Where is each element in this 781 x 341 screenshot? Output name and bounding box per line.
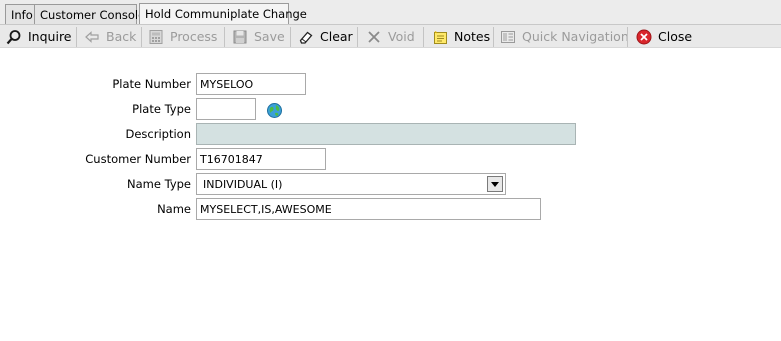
name-type-value: INDIVIDUAL (I) [203,178,283,191]
back-label: Back [106,29,137,44]
plate-number-input[interactable]: MYSELOO [196,73,306,95]
name-type-label: Name Type [127,177,191,191]
clear-label: Clear [320,29,353,44]
toolbar-divider [627,27,628,47]
notes-button[interactable]: Notes [432,25,490,48]
customer-number-label: Customer Number [85,152,191,166]
plate-type-input[interactable] [196,98,256,120]
toolbar-divider [141,27,142,47]
save-button[interactable]: Save [232,25,285,48]
tab-customer-console[interactable]: Customer Console [34,4,145,24]
eraser-icon [298,29,314,45]
back-button[interactable]: Back [84,25,136,48]
magnifier-icon [6,29,22,45]
close-button[interactable]: Close [636,25,692,48]
toolbar-divider [224,27,225,47]
x-mark-icon [366,29,382,45]
tab-strip: Info Customer Console Hold Communiplate … [0,0,781,24]
name-type-select[interactable]: INDIVIDUAL (I) [196,173,506,195]
toolbar-divider [357,27,358,47]
quick-navigation-label: Quick Navigation [522,29,629,44]
back-arrow-icon [84,29,100,45]
process-button[interactable]: Process [148,25,217,48]
inquire-button[interactable]: Inquire [6,25,72,48]
toolbar-divider [423,27,424,47]
globe-lookup-icon[interactable] [266,102,283,119]
floppy-disk-icon [232,29,248,45]
clear-button[interactable]: Clear [298,25,353,48]
chevron-down-icon[interactable] [487,176,503,192]
name-input[interactable]: MYSELECT,IS,AWESOME [196,198,541,220]
save-label: Save [254,29,285,44]
calculator-icon [148,29,164,45]
toolbar-divider [493,27,494,47]
void-label: Void [388,29,415,44]
toolbar-divider [76,27,77,47]
toolbar-divider [290,27,291,47]
close-circle-icon [636,29,652,45]
description-label: Description [125,127,192,141]
tab-info[interactable]: Info [5,4,35,24]
process-label: Process [170,29,218,44]
tab-hold-communiplate-change[interactable]: Hold Communiplate Change [139,3,307,24]
customer-number-input[interactable]: T16701847 [196,148,326,170]
plate-type-label: Plate Type [132,102,191,116]
inquire-label: Inquire [28,29,72,44]
notes-label: Notes [454,29,491,44]
close-label: Close [658,29,693,44]
quick-navigation-button[interactable]: Quick Navigation [500,25,629,48]
description-input [196,123,576,145]
sticky-note-icon [432,29,448,45]
navigation-grid-icon [500,29,516,45]
name-label: Name [157,202,191,216]
plate-number-label: Plate Number [112,77,191,91]
toolbar: Inquire Back Process Save Clear Void Not… [0,24,781,48]
void-button[interactable]: Void [366,25,415,48]
